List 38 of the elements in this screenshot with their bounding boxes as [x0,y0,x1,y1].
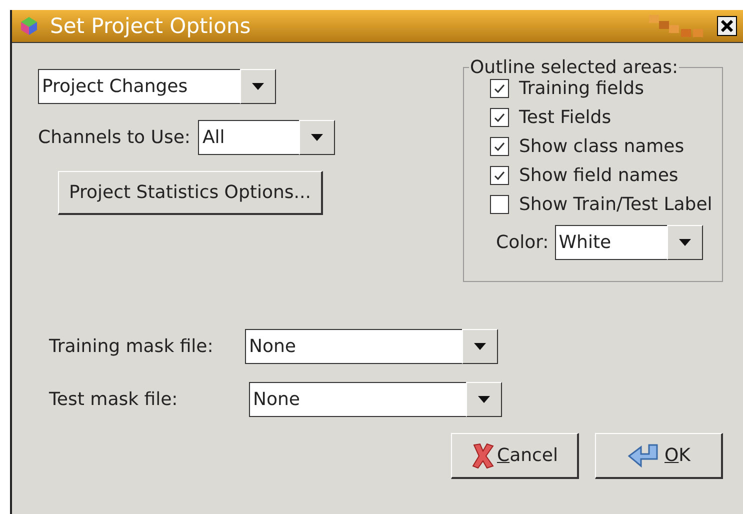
close-icon [721,20,733,32]
dropdown-arrow-icon [678,239,691,246]
dropdown-button[interactable] [240,69,276,104]
window-title: Set Project Options [50,14,252,38]
dropdown-arrow-icon [311,134,324,141]
checkbox[interactable] [490,137,509,156]
dropdown-arrow-icon [252,83,264,90]
checker-decoration-icon [649,15,705,37]
checkbox-label: Training fields [519,78,644,99]
checkmark-icon [494,84,505,93]
checkbox-label: Test Fields [519,107,612,128]
dropdown-arrow-icon [474,343,486,350]
checkbox[interactable] [490,166,509,185]
checkmark-icon [494,113,505,122]
project-statistics-button[interactable]: Project Statistics Options... [58,171,323,215]
cancel-x-icon [471,442,495,470]
app-cube-icon [20,16,38,36]
training-mask-label: Training mask file: [49,336,214,357]
close-button[interactable] [717,16,737,36]
ok-button[interactable]: OK [595,433,723,479]
checkbox[interactable] [490,195,509,214]
cancel-button[interactable]: Cancel [451,433,579,479]
checkbox[interactable] [490,79,509,98]
group-legend: Outline selected areas: [469,57,680,78]
checkmark-icon [494,142,505,151]
dropdown-button[interactable] [462,329,498,364]
checkbox-label: Show field names [519,165,678,186]
checkbox-label: Show class names [519,136,684,157]
checkbox-label: Show Train/Test Label [519,194,712,215]
checkbox[interactable] [490,108,509,127]
color-label: Color: [496,232,549,253]
dropdown-button[interactable] [299,120,336,155]
channels-label: Channels to Use: [38,127,190,148]
checkmark-icon [494,171,505,180]
dropdown-arrow-icon [478,396,490,403]
test-mask-label: Test mask file: [49,389,179,410]
dropdown-button[interactable] [666,225,703,260]
dropdown-button[interactable] [466,382,502,417]
